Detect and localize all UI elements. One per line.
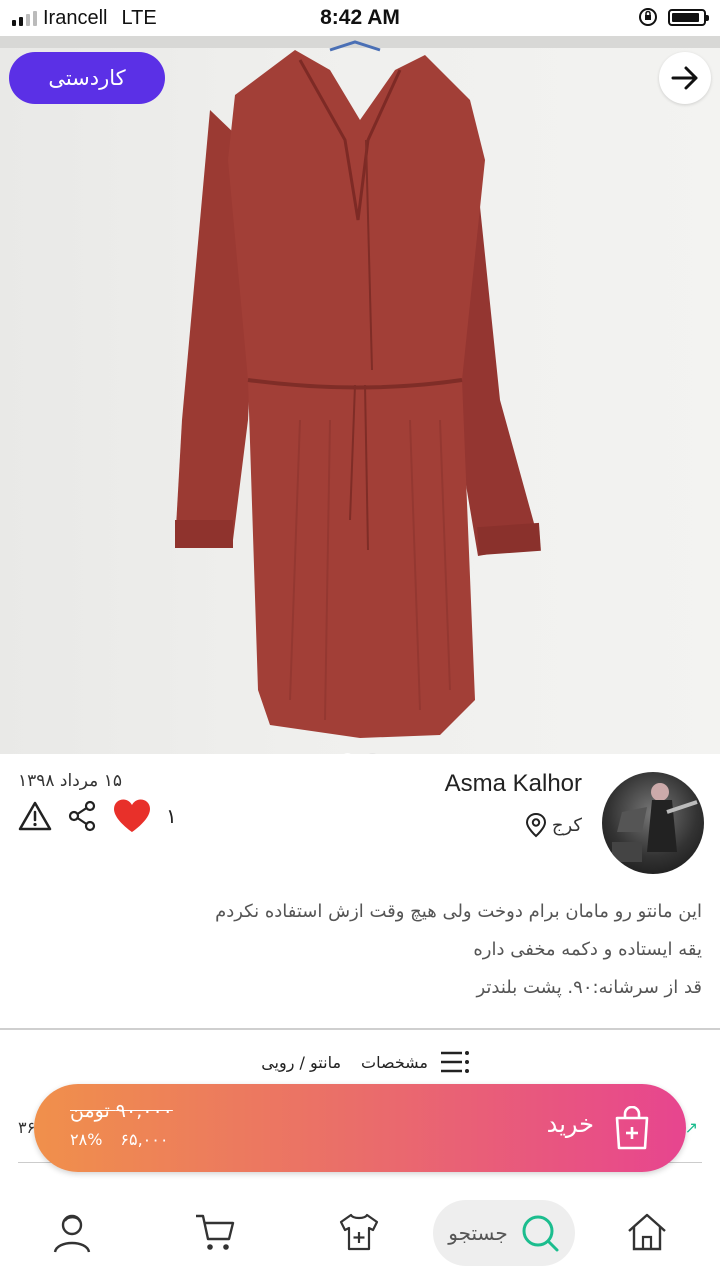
- search-icon: [522, 1215, 559, 1252]
- specs-row[interactable]: مشخصات مانتو / رویی: [261, 1050, 470, 1074]
- search-tab[interactable]: جستجو: [433, 1200, 575, 1266]
- seller-name[interactable]: Asma Kalhor: [445, 770, 582, 798]
- orientation-lock-icon: [639, 8, 657, 26]
- status-bar: Irancell LTE 8:42 AM: [0, 0, 720, 36]
- home-icon[interactable]: [626, 1212, 668, 1252]
- like-count: ۱: [166, 804, 177, 828]
- buy-bar[interactable]: ۹۰,۰۰۰ تومن ۲۸% ۶۵,۰۰۰ خرید: [34, 1084, 686, 1172]
- list-icon: [441, 1051, 469, 1073]
- post-date: ۱۵ مرداد ۱۳۹۸: [18, 771, 122, 791]
- bottom-nav: جستجو: [0, 1190, 720, 1280]
- product-photo[interactable]: [0, 36, 720, 754]
- back-button[interactable]: [659, 52, 711, 104]
- status-time: 8:42 AM: [320, 6, 400, 29]
- location-pin-icon: [525, 812, 546, 838]
- section-divider: [0, 1028, 720, 1030]
- carousel-dot[interactable]: [366, 753, 379, 754]
- seller-location: کرج: [524, 812, 582, 838]
- description-line: قد از سرشانه:۹۰. پشت بلندتر: [476, 977, 702, 998]
- used-tag: کاردستی: [9, 52, 165, 104]
- profile-icon[interactable]: [52, 1212, 92, 1254]
- avatar-image: [612, 783, 698, 862]
- cart-icon[interactable]: [194, 1212, 236, 1252]
- post-actions: ۱: [18, 798, 177, 834]
- old-price: ۹۰,۰۰۰ تومن: [70, 1100, 173, 1122]
- heart-icon[interactable]: [112, 798, 152, 834]
- shopping-bag-icon[interactable]: [612, 1106, 652, 1150]
- price-row: ۲۸% ۶۵,۰۰۰: [70, 1130, 168, 1149]
- battery-icon: [668, 8, 709, 26]
- specs-category: مانتو / رویی: [261, 1052, 342, 1072]
- carousel-dot-active[interactable]: [341, 753, 354, 754]
- partial-number: ۳۶: [18, 1118, 36, 1137]
- status-right: [638, 7, 709, 27]
- discount-percent: ۲۸%: [70, 1130, 103, 1149]
- seller-avatar[interactable]: [602, 772, 704, 874]
- seller-city: کرج: [551, 814, 582, 836]
- product-description: این مانتو رو مامان برام دوخت ولی هیچ وقت…: [62, 893, 702, 1007]
- dress-image: [175, 40, 541, 738]
- trend-arrow-icon: ↗: [684, 1118, 698, 1137]
- description-line: این مانتو رو مامان برام دوخت ولی هیچ وقت…: [215, 901, 702, 922]
- report-warning-icon[interactable]: [18, 801, 52, 831]
- share-icon[interactable]: [66, 800, 98, 832]
- specs-label: مشخصات: [361, 1052, 428, 1072]
- description-line: یقه ایستاده و دکمه مخفی داره: [473, 939, 702, 960]
- arrow-right-icon: [671, 66, 698, 90]
- search-label: جستجو: [448, 1221, 508, 1245]
- new-price: ۶۵,۰۰۰: [120, 1130, 169, 1149]
- add-product-icon[interactable]: [338, 1212, 380, 1252]
- buy-label[interactable]: خرید: [547, 1110, 594, 1138]
- carousel-dots[interactable]: [0, 753, 720, 754]
